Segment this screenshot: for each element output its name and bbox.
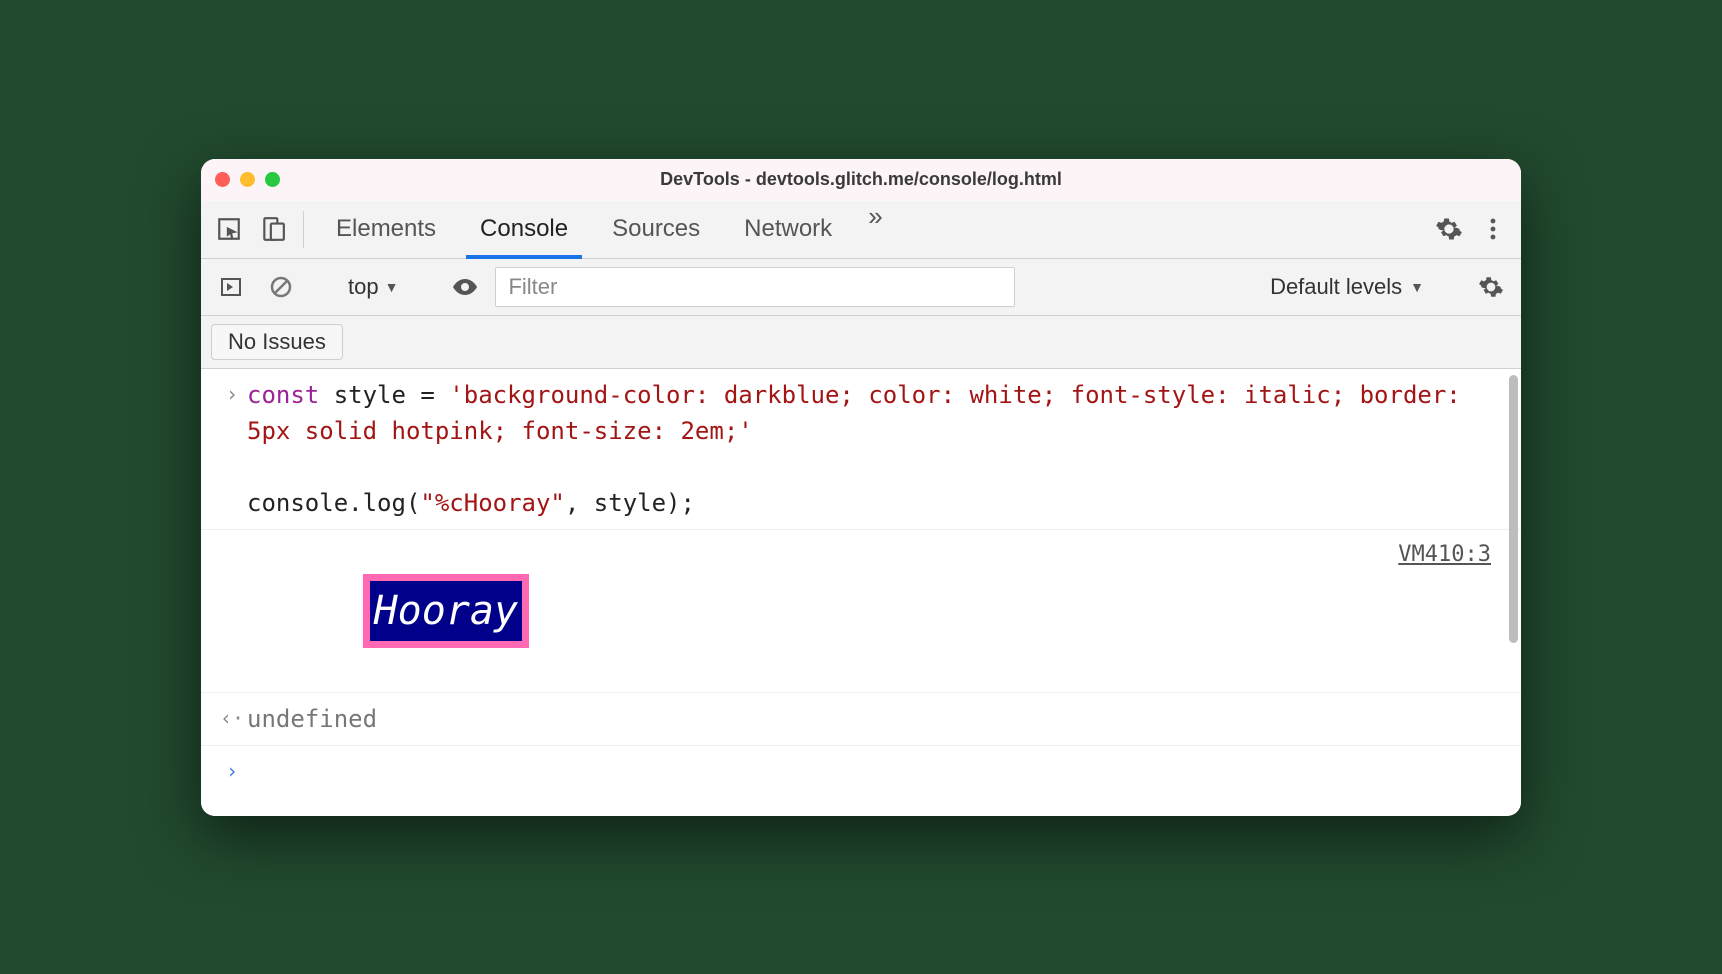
chevron-down-icon: ▼	[1410, 279, 1424, 295]
close-icon[interactable]	[215, 172, 230, 187]
level-label: Default levels	[1270, 274, 1402, 300]
minimize-icon[interactable]	[240, 172, 255, 187]
issues-bar: No Issues	[201, 316, 1521, 369]
clear-console-icon[interactable]	[261, 267, 301, 307]
console-prompt-row[interactable]: ›	[201, 746, 1521, 816]
console-input-row: › const style = 'background-color: darkb…	[201, 369, 1521, 530]
console-toolbar: top ▼ Default levels ▼	[201, 259, 1521, 316]
live-expression-eye-icon[interactable]	[445, 267, 485, 307]
no-issues-button[interactable]: No Issues	[211, 324, 343, 360]
console-code: const style = 'background-color: darkblu…	[247, 377, 1491, 521]
console-settings-gear-icon[interactable]	[1471, 267, 1511, 307]
tab-network[interactable]: Network	[722, 201, 854, 258]
inspect-element-icon[interactable]	[209, 209, 249, 249]
titlebar: DevTools - devtools.glitch.me/console/lo…	[201, 159, 1521, 201]
divider	[303, 211, 304, 248]
kebab-menu-icon[interactable]	[1473, 209, 1513, 249]
context-label: top	[348, 274, 379, 300]
console-output: Hooray	[247, 538, 1398, 684]
window-title: DevTools - devtools.glitch.me/console/lo…	[201, 169, 1521, 190]
execution-context-select[interactable]: top ▼	[342, 274, 404, 300]
devtools-tabstrip: Elements Console Sources Network »	[201, 201, 1521, 259]
code-rest: , style);	[565, 489, 695, 517]
maximize-icon[interactable]	[265, 172, 280, 187]
chevron-down-icon: ▼	[385, 279, 399, 295]
source-link[interactable]: VM410:3	[1398, 538, 1491, 567]
console-output-row: Hooray VM410:3	[201, 530, 1521, 693]
tab-console[interactable]: Console	[458, 201, 590, 258]
output-gutter	[217, 538, 247, 540]
more-tabs-icon[interactable]: »	[854, 201, 896, 258]
return-value: undefined	[247, 701, 1491, 737]
window-traffic-lights	[215, 172, 280, 187]
return-chevron-icon: ‹·	[217, 701, 247, 733]
code-arg: "%cHooray"	[420, 489, 565, 517]
scrollbar[interactable]	[1509, 375, 1518, 643]
filter-input[interactable]	[495, 267, 1015, 307]
code-call: console.log(	[247, 489, 420, 517]
device-toolbar-icon[interactable]	[253, 209, 293, 249]
tab-elements[interactable]: Elements	[314, 201, 458, 258]
log-level-select[interactable]: Default levels ▼	[1270, 274, 1430, 300]
console-body: › const style = 'background-color: darkb…	[201, 369, 1521, 816]
devtools-tabs: Elements Console Sources Network »	[314, 201, 897, 258]
console-sidebar-toggle-icon[interactable]	[211, 267, 251, 307]
input-chevron-icon: ›	[217, 377, 247, 409]
settings-gear-icon[interactable]	[1429, 209, 1469, 249]
prompt-chevron-icon: ›	[217, 754, 247, 786]
styled-log-output: Hooray	[363, 574, 530, 648]
tab-sources[interactable]: Sources	[590, 201, 722, 258]
code-var: style =	[319, 381, 449, 409]
devtools-window: DevTools - devtools.glitch.me/console/lo…	[201, 159, 1521, 816]
code-keyword: const	[247, 381, 319, 409]
console-return-row: ‹· undefined	[201, 693, 1521, 746]
